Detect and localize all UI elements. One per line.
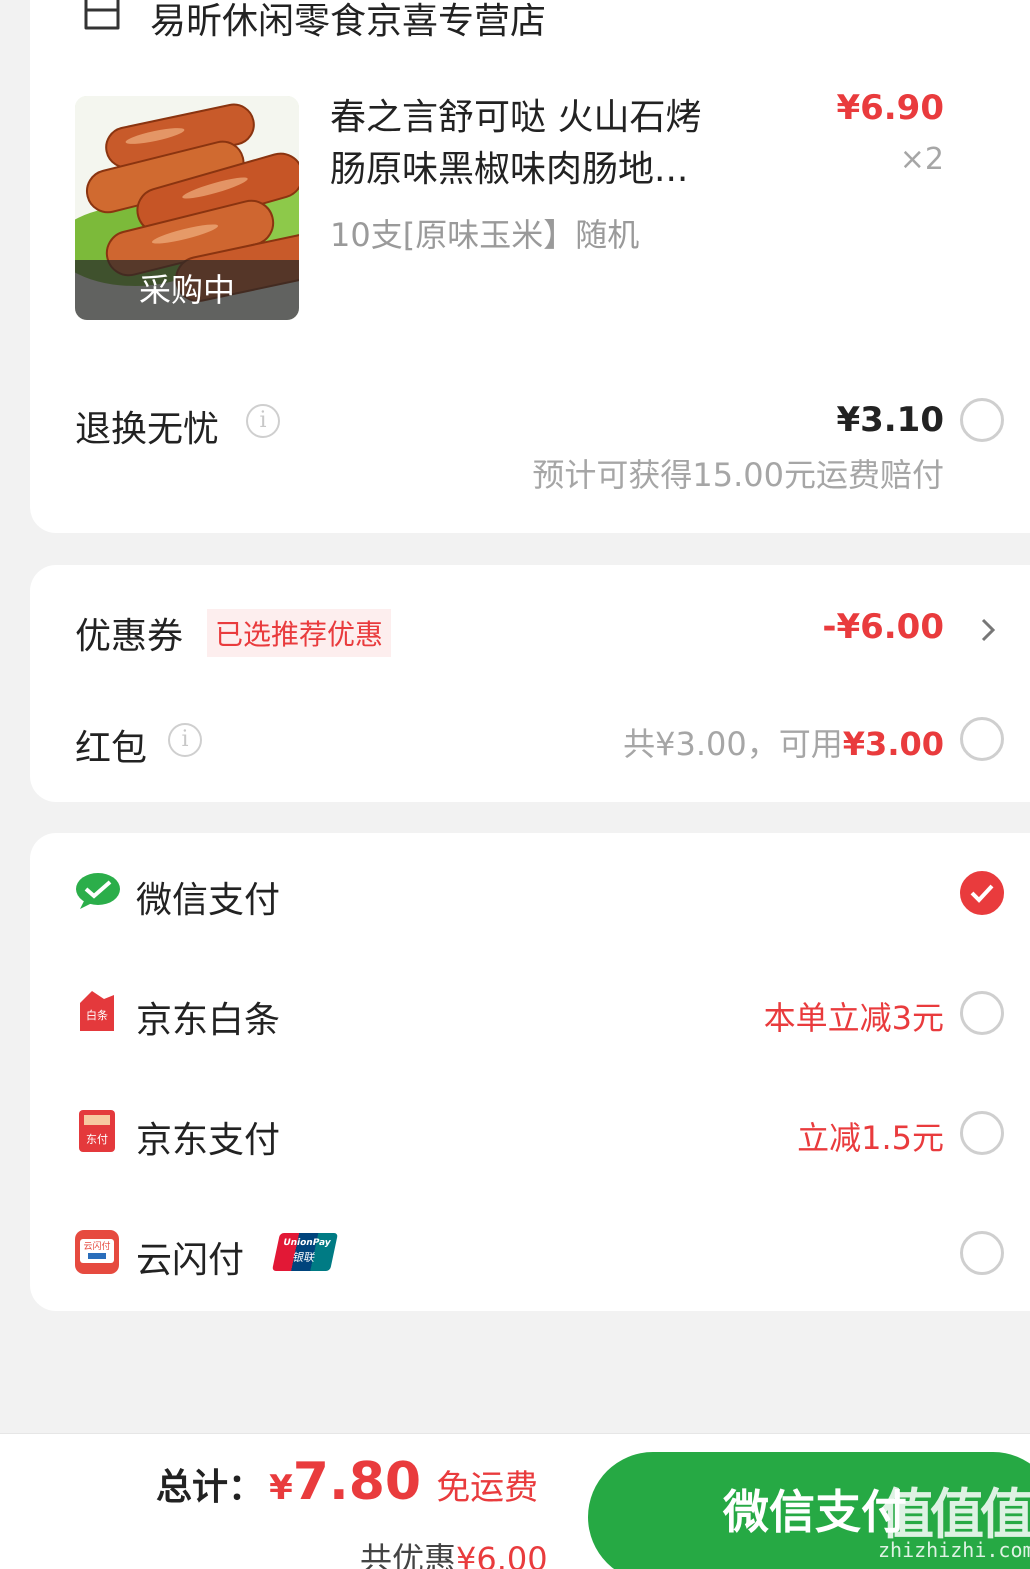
payment-name: 微信支付 (136, 880, 281, 921)
red-packet-available: ¥3.00 (842, 725, 944, 763)
payment-option-wechat[interactable]: 微信支付 (30, 833, 1030, 953)
coupon-label: 优惠券 (75, 616, 184, 657)
wechat-pay-icon (74, 871, 122, 915)
shipping-free: 免运费 (436, 1468, 539, 1508)
discount-card: 优惠券 已选推荐优惠 -¥6.00 红包 i 共¥3.00，可用¥3.00 (30, 565, 1030, 802)
payment-radio[interactable] (960, 991, 1004, 1035)
payment-promo: 本单立减3元 (763, 999, 944, 1037)
chevron-right-icon[interactable] (978, 615, 998, 645)
payment-option-quickpass[interactable]: 云闪付 云闪付 UnionPay 银联 (30, 1193, 1030, 1311)
svg-text:白条: 白条 (86, 1008, 108, 1022)
unionpay-badge: UnionPay 银联 (271, 1233, 339, 1271)
total-amount: 7.80 (292, 1452, 422, 1512)
payment-promo: 立减1.5元 (797, 1119, 944, 1157)
payment-name: 京东支付 (136, 1120, 281, 1161)
total-line: 总计： ¥7.80 免运费 (156, 1452, 538, 1512)
discount-amount: ¥6.00 (456, 1540, 548, 1569)
payment-radio-selected[interactable] (960, 871, 1004, 915)
payment-option-baitiao[interactable]: 白条 京东白条 本单立减3元 (30, 953, 1030, 1073)
quickpass-icon: 云闪付 (74, 1229, 120, 1279)
coupon-tag: 已选推荐优惠 (207, 609, 392, 657)
payment-name: 京东白条 (136, 1000, 281, 1041)
jd-pay-icon: 东付 (78, 1109, 116, 1157)
store-icon (78, 0, 126, 36)
purchasing-badge: 采购中 (75, 260, 299, 320)
jd-baitiao-icon: 白条 (78, 989, 116, 1037)
unionpay-badge-line2: 银联 (291, 1251, 317, 1264)
order-item-card: 易昕休闲零食京喜专营店 采购中 春之言舒可哒 火山石烤 肠原味黑椒味肉肠地...… (30, 0, 1030, 533)
total-label: 总计： (156, 1467, 265, 1508)
return-service-checkbox[interactable] (960, 398, 1004, 442)
red-packet-total: 共¥3.00，可用 (623, 725, 843, 763)
coupon-value[interactable]: -¥6.00 (822, 607, 944, 647)
product-price: ¥6.90 (836, 88, 944, 128)
svg-text:东付: 东付 (86, 1133, 108, 1146)
return-service-price: ¥3.10 (836, 400, 944, 440)
red-packet-label: 红包 (75, 728, 148, 769)
unionpay-badge-line1: UnionPay (282, 1238, 332, 1248)
payment-option-jdpay[interactable]: 东付 京东支付 立减1.5元 (30, 1073, 1030, 1193)
payment-name: 云闪付 (136, 1240, 245, 1281)
payment-radio[interactable] (960, 1231, 1004, 1275)
store-name[interactable]: 易昕休闲零食京喜专营店 (150, 0, 546, 44)
red-packet-checkbox[interactable] (960, 717, 1004, 761)
red-packet-amount: 共¥3.00，可用¥3.00 (623, 719, 944, 765)
product-title-line2[interactable]: 肠原味黑椒味肉肠地... (330, 140, 688, 192)
info-icon[interactable]: i (246, 404, 280, 438)
product-title-line1[interactable]: 春之言舒可哒 火山石烤 (330, 88, 701, 140)
watermark-url: zhizhizhi.com (878, 1538, 1030, 1562)
total-currency: ¥ (269, 1468, 293, 1508)
discount-label: 共优惠 (360, 1540, 457, 1569)
product-image[interactable]: 采购中 (75, 96, 299, 320)
return-service-label: 退换无忧 (75, 409, 220, 450)
payment-methods-card: 微信支付 白条 京东白条 本单立减3元 东付 京东支付 立减1.5元 云闪付 云… (30, 833, 1030, 1311)
product-quantity: ×2 (899, 142, 944, 177)
return-service-note: 预计可获得15.00元运费赔付 (532, 456, 944, 494)
payment-radio[interactable] (960, 1111, 1004, 1155)
discount-line: 共优惠¥6.00 (360, 1534, 548, 1569)
svg-text:云闪付: 云闪付 (83, 1241, 110, 1252)
product-spec[interactable]: 10支[原味玉米】随机 (330, 210, 639, 256)
info-icon[interactable]: i (168, 723, 202, 757)
